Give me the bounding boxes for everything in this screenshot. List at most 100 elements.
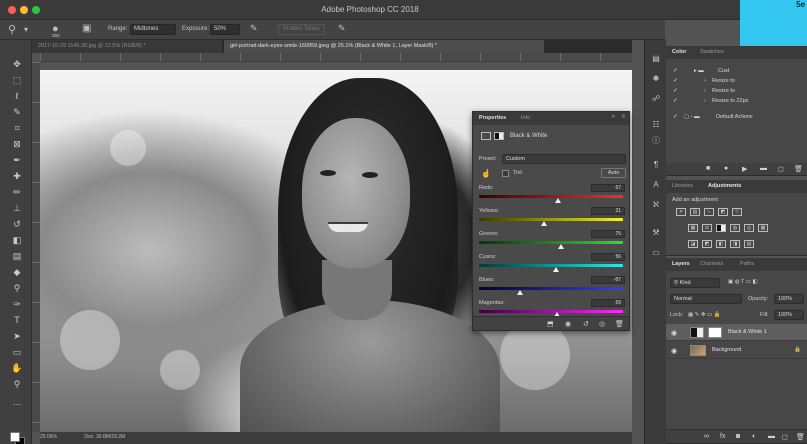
trash-icon[interactable]: 🗑 [796,433,805,441]
crop-icon[interactable]: ⌗ [11,122,23,134]
clone-source-icon[interactable]: ☍ [651,94,661,104]
quick-select-icon[interactable]: ✎ [11,106,23,118]
history-icon[interactable]: ▤ [651,54,661,64]
layer-mask-icon[interactable] [494,132,504,140]
reds-slider-thumb[interactable] [555,198,561,203]
layer-mask-thumb[interactable] [708,327,722,338]
blues-value[interactable]: -87 [591,276,625,284]
new-action-icon[interactable]: ◻ [778,165,784,173]
action-row[interactable]: ✓ ▸ ▬ Cust [666,66,807,76]
eye-icon[interactable]: ◉ [671,347,677,355]
blues-slider[interactable] [479,287,623,290]
character-icon[interactable]: A [651,180,661,190]
zoom-level[interactable]: 25.06% [40,434,57,440]
hand-icon[interactable]: ✋ [11,362,23,374]
info-icon[interactable]: ⓘ [651,136,661,146]
opacity-field[interactable]: 100% [774,294,804,304]
action-row[interactable]: ✓ › Resize to 22px [666,96,807,106]
curves-icon[interactable]: ∿ [704,208,714,216]
path-select-icon[interactable]: ➤ [11,330,23,342]
greens-slider-thumb[interactable] [558,244,564,249]
reds-value[interactable]: 67 [591,184,625,192]
check-icon[interactable]: ✓ [673,77,678,84]
action-row[interactable]: ✓ › Resize to [666,86,807,96]
dodge-tool-icon[interactable]: ⚲ [8,23,16,36]
yellows-value[interactable]: 21 [591,207,625,215]
black-white-icon[interactable] [716,224,726,232]
range-select[interactable]: Midtones [130,24,176,35]
trash-icon[interactable]: 🗑 [615,320,624,328]
chevron-down-icon[interactable]: ▾ [24,25,28,34]
link-icon[interactable]: ∞ [704,433,709,440]
layer-filter-select[interactable]: ⚲ Kind [670,278,720,288]
channel-mixer-icon[interactable]: ◎ [744,224,754,232]
greens-slider[interactable] [479,241,623,244]
tab-info[interactable]: Info [521,115,530,121]
timeline-icon[interactable]: ▭ [651,248,661,258]
type-icon[interactable]: T [11,314,23,326]
eyedropper-icon[interactable]: ✒ [11,154,23,166]
tab-channels[interactable]: Channels [700,261,723,267]
trash-icon[interactable]: 🗑 [794,165,803,173]
shape-icon[interactable]: ▭ [11,346,23,358]
tab-swatches[interactable]: Swatches [700,49,724,55]
invert-icon[interactable]: ◪ [688,240,698,248]
cyans-slider[interactable] [479,264,623,267]
tab-libraries[interactable]: Libraries [672,183,693,189]
layer-row-black-white[interactable]: ◉ Black & White 1 [666,324,807,341]
visibility-eye-icon[interactable]: ◎ [599,320,605,328]
levels-icon[interactable]: ▥ [690,208,700,216]
marquee-icon[interactable]: ⬚ [11,74,23,86]
check-icon[interactable]: ✓ [673,67,678,74]
tab-properties[interactable]: Properties [479,115,506,121]
add-mask-icon[interactable]: ◙ [736,433,740,440]
view-previous-icon[interactable]: ◉ [565,320,571,328]
check-icon[interactable]: ✓ [673,97,678,104]
lasso-icon[interactable]: ℓ [11,90,23,102]
clone-stamp-icon[interactable]: ⊥ [11,202,23,214]
tab-color[interactable]: Color [672,49,686,55]
eraser-icon[interactable]: ◧ [11,234,23,246]
pen-icon[interactable]: ✑ [11,298,23,310]
history-brush-icon[interactable]: ↺ [11,218,23,230]
reds-slider[interactable] [479,195,623,198]
new-group-icon[interactable]: ▬ [768,433,775,440]
exposure-icon[interactable]: ◩ [718,208,728,216]
new-layer-icon[interactable]: ◻ [782,433,788,441]
tab-adjustments[interactable]: Adjustments [708,183,741,189]
selective-color-icon[interactable]: ◨ [730,240,740,248]
yellows-slider-thumb[interactable] [541,221,547,226]
greens-value[interactable]: 75 [591,230,625,238]
tab-paths[interactable]: Paths [740,261,754,267]
record-icon[interactable]: ● [724,165,728,172]
vibrance-icon[interactable]: ▽ [732,208,742,216]
brightness-icon[interactable]: ☀ [676,208,686,216]
glyphs-icon[interactable]: ℵ [651,200,661,210]
fx-icon[interactable]: fx [720,433,725,440]
pressure-icon[interactable]: ✎ [338,23,346,34]
more-tools-icon[interactable]: … [11,396,23,408]
blues-slider-thumb[interactable] [517,290,523,295]
targeted-adjust-icon[interactable]: ☝ [481,169,491,178]
gradient-icon[interactable]: ▤ [11,250,23,262]
brush-icon[interactable]: ✏ [11,186,23,198]
lock-icons[interactable]: ▦ ✎ ✥ ▭ 🔒 [688,312,721,318]
tool-presets-icon[interactable]: ⚒ [651,228,661,238]
panel-collapse-icon[interactable]: « [612,114,615,120]
threshold-icon[interactable]: ◧ [716,240,726,248]
new-adjustment-icon[interactable]: ◐ [752,433,756,440]
layer-row-background[interactable]: ◉ Background 🔒 [666,342,807,359]
tint-checkbox[interactable] [502,170,509,177]
move-icon[interactable]: ✥ [11,58,23,70]
brush-settings-icon[interactable]: ✱ [651,74,661,84]
blur-icon[interactable]: ◆ [11,266,23,278]
check-icon[interactable]: ✓ [673,87,678,94]
cyans-slider-thumb[interactable] [553,267,559,272]
color-lookup-icon[interactable]: ▦ [758,224,768,232]
action-row[interactable]: ✓ › Resize to [666,76,807,86]
fill-field[interactable]: 100% [774,310,804,320]
color-balance-icon[interactable]: ⚖ [702,224,712,232]
auto-button[interactable]: Auto [601,168,626,178]
tab-layers[interactable]: Layers [672,261,690,267]
cyans-value[interactable]: 56 [591,253,625,261]
